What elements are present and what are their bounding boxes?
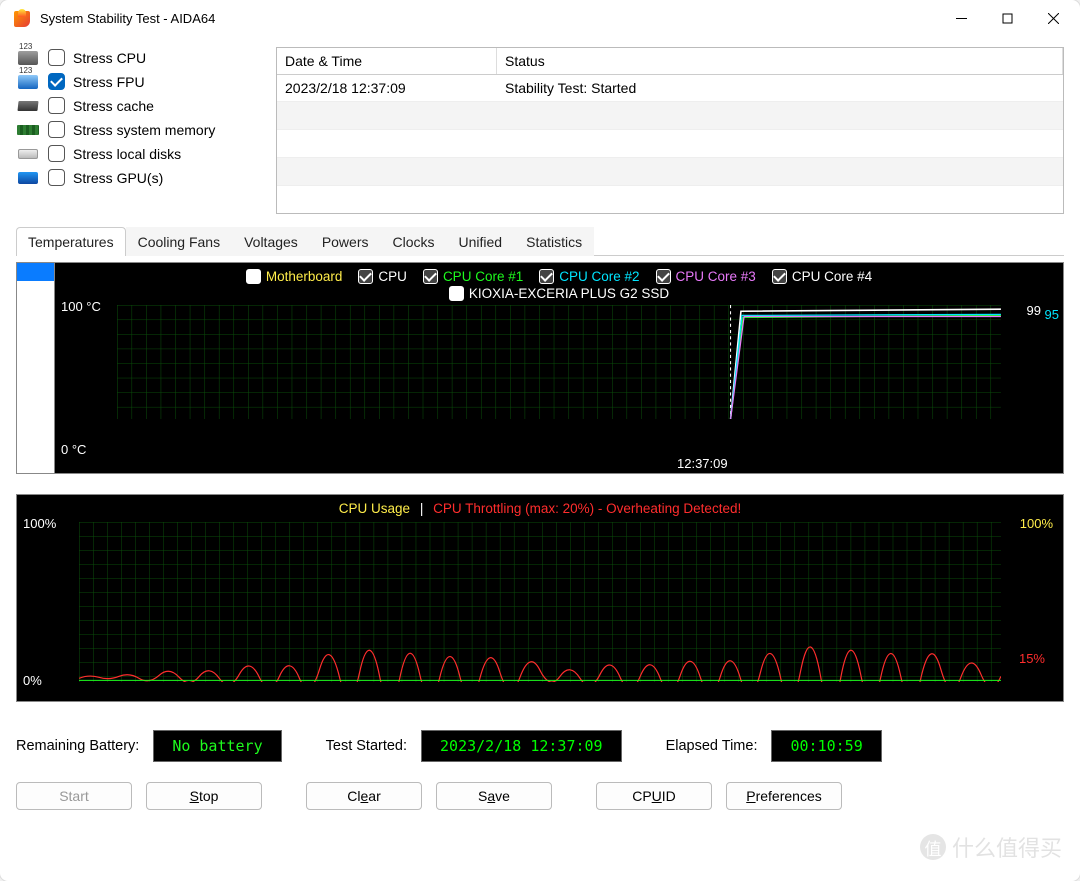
ylabel2-top: 100% [23, 516, 56, 531]
app-window: System Stability Test - AIDA64 Stress CP… [0, 0, 1080, 881]
log-row-empty [277, 129, 1063, 157]
started-label: Test Started: [326, 738, 407, 754]
temperature-legend: Motherboard CPU CPU Core #1 CPU Core #2 … [55, 263, 1063, 286]
maximize-button[interactable] [984, 3, 1030, 35]
readout-95: 95 [1045, 307, 1059, 322]
stress-cpu-option[interactable]: Stress CPU [16, 49, 268, 66]
legend-core3[interactable]: CPU Core #3 [656, 269, 756, 284]
stress-gpu-option[interactable]: Stress GPU(s) [16, 169, 268, 186]
stress-cache-label: Stress cache [73, 98, 154, 114]
clear-button[interactable]: Clear [306, 782, 422, 810]
started-value: 2023/2/18 12:37:09 [421, 730, 622, 762]
tab-unified[interactable]: Unified [447, 227, 515, 256]
cpu-usage-label: CPU Usage [339, 501, 410, 516]
legend-core2[interactable]: CPU Core #2 [539, 269, 639, 284]
elapsed-label: Elapsed Time: [666, 738, 758, 754]
stress-memory-label: Stress system memory [73, 122, 215, 138]
app-icon [14, 11, 30, 27]
stress-cache-option[interactable]: Stress cache [16, 97, 268, 114]
stress-gpu-label: Stress GPU(s) [73, 170, 163, 186]
stress-gpu-checkbox[interactable] [48, 169, 65, 186]
stress-fpu-option[interactable]: Stress FPU [16, 73, 268, 90]
window-title: System Stability Test - AIDA64 [40, 11, 215, 26]
minimize-button[interactable] [938, 3, 984, 35]
cpu-plot [79, 522, 1001, 682]
stop-button[interactable]: Stop [146, 782, 262, 810]
log-header-datetime[interactable]: Date & Time [277, 48, 497, 74]
stress-memory-checkbox[interactable] [48, 121, 65, 138]
stress-cpu-checkbox[interactable] [48, 49, 65, 66]
stress-disk-label: Stress local disks [73, 146, 181, 162]
legend-core4[interactable]: CPU Core #4 [772, 269, 872, 284]
log-row-empty [277, 101, 1063, 129]
titlebar[interactable]: System Stability Test - AIDA64 [0, 0, 1080, 37]
stress-fpu-label: Stress FPU [73, 74, 145, 90]
tab-statistics[interactable]: Statistics [514, 227, 594, 256]
chart-sidebar[interactable] [17, 263, 55, 473]
tab-temperatures[interactable]: Temperatures [16, 227, 126, 256]
ylabel-top: 100 °C [61, 299, 101, 314]
battery-value: No battery [153, 730, 281, 762]
start-button: Start [16, 782, 132, 810]
button-bar: Start Stop Clear Save CPUID Preferences [16, 782, 1064, 810]
right-top: 100% [1020, 516, 1053, 531]
event-log-table[interactable]: Date & Time Status 2023/2/18 12:37:09 St… [276, 47, 1064, 214]
save-button[interactable]: Save [436, 782, 552, 810]
ylabel-bottom: 0 °C [61, 442, 86, 457]
battery-label: Remaining Battery: [16, 738, 139, 754]
chart-tabs: Temperatures Cooling Fans Voltages Power… [16, 226, 1064, 256]
log-cell-status: Stability Test: Started [497, 75, 1063, 101]
tab-clocks[interactable]: Clocks [381, 227, 447, 256]
stress-fpu-checkbox[interactable] [48, 73, 65, 90]
stress-cpu-label: Stress CPU [73, 50, 146, 66]
preferences-button[interactable]: Preferences [726, 782, 842, 810]
tab-powers[interactable]: Powers [310, 227, 381, 256]
log-cell-datetime: 2023/2/18 12:37:09 [277, 75, 497, 101]
log-row-empty [277, 157, 1063, 185]
tab-cooling-fans[interactable]: Cooling Fans [126, 227, 233, 256]
temperature-chart[interactable]: Motherboard CPU CPU Core #1 CPU Core #2 … [16, 262, 1064, 474]
stress-cache-checkbox[interactable] [48, 97, 65, 114]
stress-memory-option[interactable]: Stress system memory [16, 121, 268, 138]
temperature-legend-row2: KIOXIA-EXCERIA PLUS G2 SSD [55, 286, 1063, 303]
readout-99: 99 [1027, 303, 1041, 318]
right-throttle: 15% [1019, 651, 1045, 666]
watermark: 值什么值得买 [920, 831, 1062, 863]
legend-ssd[interactable]: KIOXIA-EXCERIA PLUS G2 SSD [449, 286, 669, 301]
elapsed-value: 00:10:59 [771, 730, 881, 762]
stress-disk-checkbox[interactable] [48, 145, 65, 162]
status-bar: Remaining Battery: No battery Test Start… [16, 730, 1064, 762]
close-button[interactable] [1030, 3, 1076, 35]
stress-disk-option[interactable]: Stress local disks [16, 145, 268, 162]
legend-core1[interactable]: CPU Core #1 [423, 269, 523, 284]
cpu-throttle-warning: CPU Throttling (max: 20%) - Overheating … [433, 501, 741, 516]
cpu-usage-chart[interactable]: CPU Usage | CPU Throttling (max: 20%) - … [16, 494, 1064, 702]
log-header-status[interactable]: Status [497, 48, 1063, 74]
tab-voltages[interactable]: Voltages [232, 227, 310, 256]
stress-options: Stress CPU Stress FPU Stress cache Stres… [16, 47, 268, 214]
x-marker: 12:37:09 [677, 456, 728, 471]
cpuid-button[interactable]: CPUID [596, 782, 712, 810]
legend-cpu[interactable]: CPU [358, 269, 407, 284]
temperature-plot [117, 305, 1001, 419]
log-row[interactable]: 2023/2/18 12:37:09 Stability Test: Start… [277, 75, 1063, 101]
log-row-empty [277, 185, 1063, 213]
legend-motherboard[interactable]: Motherboard [246, 269, 343, 284]
ylabel2-bottom: 0% [23, 673, 42, 688]
